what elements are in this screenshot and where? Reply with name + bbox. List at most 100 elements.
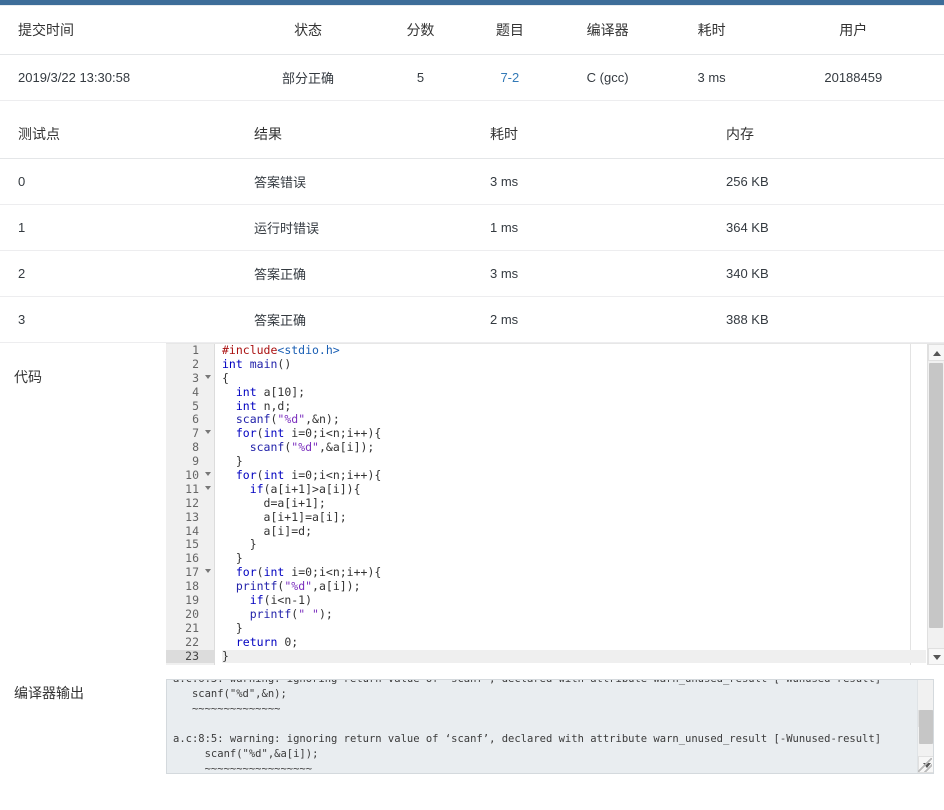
line-number: 14 [185,523,199,538]
cell-compiler: C (gcc) [554,54,661,101]
fold-arrow-icon[interactable] [205,430,211,435]
testcase-table-header-row: 测试点 结果 耗时 内存 [0,110,944,159]
table-row[interactable]: 2 答案正确 3 ms 340 KB [0,250,944,297]
status-badge: 答案错误 [236,158,472,205]
cell-time: 1 ms [472,204,708,251]
line-number: 21 [185,620,199,635]
code-line: scanf("%d",&n); [235,412,340,427]
column-header-user: 用户 [762,6,944,55]
compiler-output-text: a.c:6:3: warning: ignoring return value … [173,679,882,774]
fold-arrow-icon[interactable] [205,374,211,379]
table-row[interactable]: 3 答案正确 2 ms 388 KB [0,296,944,343]
table-row[interactable]: 1 运行时错误 1 ms 364 KB [0,204,944,251]
status-badge: 答案正确 [236,296,472,343]
line-number: 20 [185,606,199,621]
cell-testcase-id: 0 [0,158,236,205]
code-line: int n,d; [235,398,292,413]
code-line: if(a[i+1]>a[i]){ [249,481,361,496]
line-number: 23 [166,649,214,664]
code-line: d=a[i+1]; [222,495,326,510]
code-line: return 0; [235,634,299,649]
scrollbar-thumb[interactable] [929,363,943,628]
cell-problem[interactable]: 7-2 [465,54,555,101]
cell-duration: 3 ms [660,54,763,101]
column-header-result: 结果 [236,110,472,159]
code-line: #include<stdio.h> [222,343,340,357]
cell-memory: 364 KB [708,204,944,251]
line-number: 16 [185,551,199,566]
code-line: a[i]=d; [222,523,313,538]
code-line: } [222,620,243,635]
cell-time: 3 ms [472,158,708,205]
table-row[interactable]: 0 答案错误 3 ms 256 KB [0,158,944,205]
code-line: { [222,370,229,385]
status-badge: 运行时错误 [236,204,472,251]
fold-arrow-icon[interactable] [205,569,211,574]
compiler-output-label: 编译器输出 [14,685,84,701]
editor-line-number-gutter: 1 2 3 4 5 6 7 8 9 10 11 12 13 14 15 16 17 18 19 20 21 22 23 [166,344,215,665]
column-header-problem: 题目 [465,6,555,55]
testcase-table: 测试点 结果 耗时 内存 0 答案错误 3 ms 256 KB 1 运行时错误 … [0,110,944,343]
code-line: for(int i=0;i<n;i++){ [235,468,382,483]
line-number: 12 [185,495,199,510]
column-header-duration: 耗时 [660,6,763,55]
cell-testcase-id: 2 [0,250,236,297]
code-line: } [222,537,257,552]
testcase-table-body: 0 答案错误 3 ms 256 KB 1 运行时错误 1 ms 364 KB 2… [0,158,944,343]
cell-memory: 388 KB [708,296,944,343]
code-line: printf("%d",a[i]); [235,579,361,594]
line-number: 6 [192,412,199,427]
cell-submit-time: 2019/3/22 13:30:58 [0,54,241,101]
submission-table: 提交时间 状态 分数 题目 编译器 耗时 用户 2019/3/22 13:30:… [0,6,944,101]
column-header-testcase: 测试点 [0,110,236,159]
line-number: 9 [192,454,199,469]
scroll-down-arrow-icon[interactable] [928,648,944,665]
code-line: for(int i=0;i<n;i++){ [235,565,382,580]
column-header-submit-time: 提交时间 [0,6,241,55]
code-line: for(int i=0;i<n;i++){ [235,426,382,441]
column-header-memory: 内存 [708,110,944,159]
editor-code-area[interactable]: #include<stdio.h> int main(){ int a[10]; … [216,344,926,665]
cell-time: 3 ms [472,250,708,297]
status-badge: 答案正确 [236,250,472,297]
cell-testcase-id: 3 [0,296,236,343]
fold-arrow-icon[interactable] [205,485,211,490]
line-number: 2 [192,356,199,371]
compiler-output-wrap: a.c:6:3: warning: ignoring return value … [166,665,944,774]
line-number: 22 [185,634,199,649]
status-badge: 部分正确 [240,54,376,101]
cell-testcase-id: 1 [0,204,236,251]
line-number: 17 [166,565,214,580]
code-section-label: 代码 [14,369,42,385]
code-line: printf(" "); [249,606,333,621]
column-header-time: 耗时 [472,110,708,159]
line-number: 11 [166,482,214,497]
resize-grip-icon[interactable] [918,758,932,772]
cell-memory: 340 KB [708,250,944,297]
problem-link[interactable]: 7-2 [500,70,519,85]
code-editor[interactable]: 1 2 3 4 5 6 7 8 9 10 11 12 13 14 15 16 17 18 19 20 21 22 23 #i… [166,343,944,665]
fold-arrow-icon[interactable] [205,472,211,477]
column-header-status: 状态 [240,6,376,55]
submission-table-header-row: 提交时间 状态 分数 题目 编译器 耗时 用户 [0,6,944,55]
column-header-score: 分数 [375,6,466,55]
code-line: int a[10]; [235,384,306,399]
line-number: 19 [185,593,199,608]
line-number: 10 [166,468,214,483]
compiler-output-panel[interactable]: a.c:6:3: warning: ignoring return value … [166,679,934,774]
column-header-compiler: 编译器 [554,6,661,55]
line-number: 15 [185,537,199,552]
scroll-up-arrow-icon[interactable] [928,344,944,361]
cell-memory: 256 KB [708,158,944,205]
code-line: scanf("%d",&a[i]); [249,440,375,455]
cell-user: 20188459 [762,54,944,101]
line-number: 7 [166,426,214,441]
line-number: 1 [192,343,199,357]
cell-score: 5 [375,54,466,101]
code-line: } [222,551,243,566]
table-row[interactable]: 2019/3/22 13:30:58 部分正确 5 7-2 C (gcc) 3 … [0,54,944,101]
scrollbar-thumb[interactable] [919,710,933,744]
line-number: 18 [185,579,199,594]
editor-vertical-scrollbar[interactable] [927,344,944,665]
line-number: 8 [192,440,199,455]
